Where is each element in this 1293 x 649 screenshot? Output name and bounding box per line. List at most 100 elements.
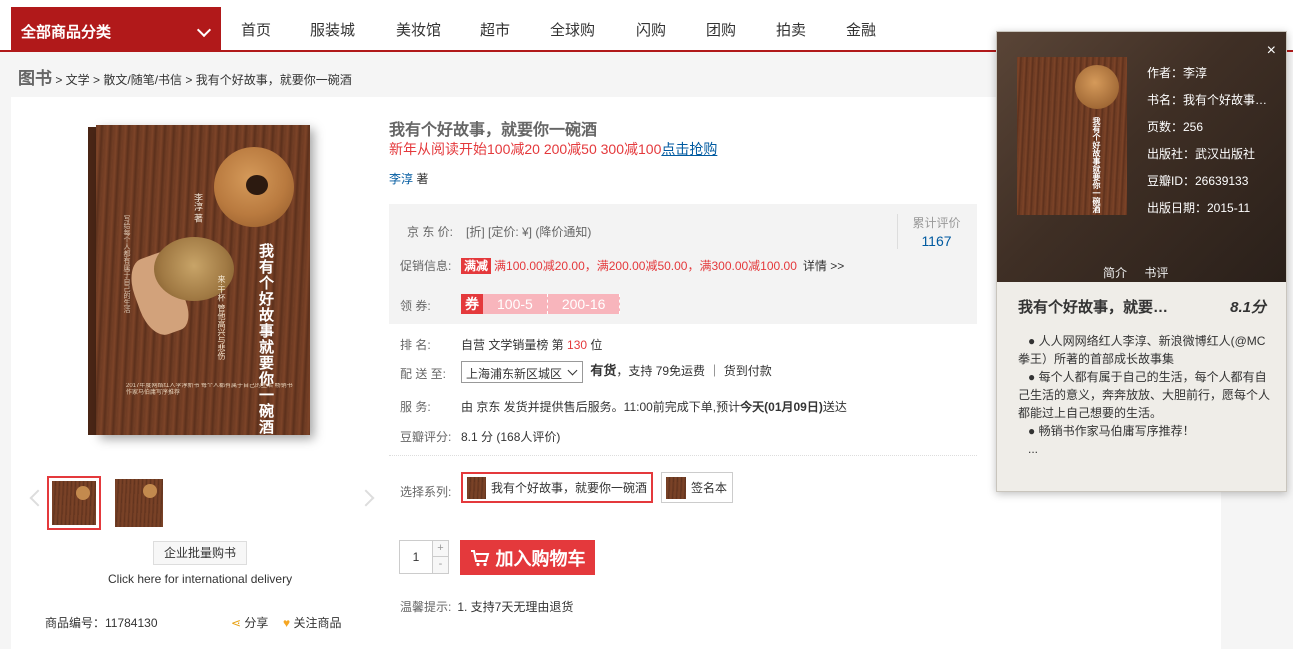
shipping-row: 配 送 至: 上海浦东新区城区 有货，支持 79免运费 ｜ 货到付款 — [400, 360, 772, 383]
book-preview-popup: × 我有个好故事就要你一碗酒 作者：李淳 书名：我有个好故事… 页数：256 出… — [996, 31, 1287, 492]
cover-band-text: 2017年度网络红人李淳新书 每个人都有属于自己的生活 畅销书作家马伯庸写序推荐 — [126, 383, 293, 396]
add-to-cart-button[interactable]: 加入购物车 — [460, 540, 595, 575]
nav-link-finance[interactable]: 金融 — [846, 19, 876, 40]
nav-link-clothing[interactable]: 服装城 — [310, 19, 355, 40]
nav-link-flash[interactable]: 闪购 — [636, 19, 666, 40]
reviews-count[interactable]: 1167 — [904, 233, 969, 249]
popup-cover-image: 我有个好故事就要你一碗酒 — [1017, 57, 1127, 215]
series-label: 选择系列: — [400, 485, 452, 499]
tips-text: 1. 支持7天无理由退货 — [457, 600, 574, 614]
tips-row: 温馨提示: 1. 支持7天无理由退货 — [400, 598, 573, 615]
series-option-2[interactable]: 签名本 — [661, 472, 733, 503]
author-link[interactable]: 李淳 — [389, 172, 413, 186]
share-button[interactable]: ⋖ 分享 — [231, 614, 268, 631]
price-line[interactable]: [折] [定价: ¥] (降价通知) — [466, 223, 591, 240]
promo-info-label: 促销信息: — [400, 259, 452, 273]
coupon-strip[interactable]: 券 100-5 200-16 — [461, 294, 621, 314]
stock-status: 有货 — [590, 363, 617, 378]
cover-title: 我有个好故事就要你一碗酒 — [257, 243, 274, 435]
series-option-1-label: 我有个好故事，就要你一碗酒 — [490, 481, 647, 495]
douban-label: 豆瓣评分: — [400, 430, 452, 444]
book-front: 我有个好故事就要你一碗酒 李淳 著 写给每个人都有属于自己的生活 来·干杯 管他… — [96, 125, 310, 435]
all-categories-menu[interactable]: 全部商品分类 — [11, 7, 221, 50]
popup-description: ● 人人网网络红人李淳、新浪微博红人(@MC拳王）所著的首部成长故事集 ● 每个… — [1018, 332, 1274, 458]
author-line: 李淳 著 — [389, 170, 428, 187]
meta-date: 出版日期：2015-11 — [1147, 201, 1251, 215]
coupon-icon: 券 — [461, 294, 483, 314]
promo-more-link[interactable]: 详情 >> — [803, 259, 844, 273]
rank-row: 排 名: 自营 文学销量榜 第 130 位 — [400, 336, 602, 353]
author-suffix: 著 — [416, 172, 429, 186]
all-categories-label: 全部商品分类 — [21, 24, 112, 41]
tab-reviews[interactable]: 书评 — [1144, 266, 1168, 280]
price-box: 京 东 价: [折] [定价: ¥] (降价通知) 促销信息: 满减 满100.0… — [389, 204, 977, 324]
nav-link-beauty[interactable]: 美妆馆 — [396, 19, 441, 40]
tips-label: 温馨提示: — [400, 600, 452, 614]
series-thumb-2 — [666, 476, 686, 499]
heart-icon: ♥ — [283, 616, 291, 630]
coupon-label: 领 券: — [400, 299, 431, 313]
douban-row: 豆瓣评分: 8.1 分 (168人评价) — [400, 428, 560, 445]
region-select[interactable]: 上海浦东新区城区 — [461, 360, 583, 383]
close-icon[interactable]: × — [1267, 42, 1276, 60]
tab-intro[interactable]: 简介 — [1103, 266, 1127, 280]
review-count-box[interactable]: 累计评价 1167 — [897, 214, 969, 249]
popup-score: 8.1分 — [1230, 299, 1266, 316]
quantity-input[interactable]: 1 — [400, 541, 432, 573]
price-label: 京 东 价: — [407, 225, 454, 239]
bulk-buy-button[interactable]: 企业批量购书 — [153, 541, 247, 565]
international-delivery-link[interactable]: Click here for international delivery — [108, 572, 292, 586]
shipping-label: 配 送 至: — [400, 367, 447, 381]
series-option-2-label: 签名本 — [691, 481, 728, 495]
share-icon: ⋖ — [231, 616, 242, 630]
rank-label: 排 名: — [400, 338, 431, 352]
thumbnail-2[interactable] — [112, 476, 166, 530]
rank-value[interactable]: 自营 文学销量榜 第 130 位 — [461, 336, 602, 353]
breadcrumb: 图书 > 文学 > 散文/随笔/书信 > 我有个好故事，就要你一碗酒 — [18, 64, 352, 89]
meta-pages: 页数：256 — [1147, 120, 1204, 134]
cover-subtitle: 写给每个人都有属于自己的生活 — [123, 215, 130, 313]
bowl-image — [214, 147, 294, 227]
popup-meta: 作者：李淳 书名：我有个好故事… 页数：256 出版社：武汉出版社 豆瓣ID：2… — [1147, 64, 1267, 226]
desc-item-4: ... — [1028, 442, 1039, 456]
coupon-2[interactable]: 200-16 — [548, 294, 621, 314]
nav-link-auction[interactable]: 拍卖 — [776, 19, 806, 40]
meta-author: 作者：李淳 — [1147, 66, 1208, 80]
product-title: 我有个好故事，就要你一碗酒 — [389, 122, 598, 139]
popup-cover-title: 我有个好故事就要你一碗酒 — [1092, 117, 1101, 213]
meta-douban-id: 豆瓣ID：26639133 — [1147, 174, 1249, 188]
service-label: 服 务: — [400, 400, 431, 414]
promo-banner: 新年从阅读开始100减20 200减50 300减100点击抢购 — [389, 139, 717, 159]
desc-item-1: ● 人人网网络红人李淳、新浪微博红人(@MC拳王）所著的首部成长故事集 — [1018, 334, 1266, 366]
nav-link-global[interactable]: 全球购 — [550, 19, 595, 40]
douban-value: 8.1 分 (168人评价) — [461, 430, 561, 444]
promo-tag: 满减 — [461, 258, 492, 274]
thumbnail-1[interactable] — [47, 476, 101, 530]
coupon-1[interactable]: 100-5 — [483, 294, 548, 314]
shipping-text: ，支持 79免运费 ｜ 货到付款 — [616, 364, 772, 378]
nav-link-group[interactable]: 团购 — [706, 19, 736, 40]
follow-label: 关注商品 — [293, 616, 342, 630]
divider — [389, 455, 977, 456]
series-thumb-1 — [467, 476, 486, 499]
breadcrumb-path[interactable]: > 文学 > 散文/随笔/书信 > — [55, 73, 192, 87]
popup-title: 我有个好故事，就要… — [1018, 299, 1169, 316]
nav-link-home[interactable]: 首页 — [241, 19, 271, 40]
book-cover-image: 我有个好故事就要你一碗酒 李淳 著 写给每个人都有属于自己的生活 来·干杯 管他… — [88, 125, 310, 437]
quantity-stepper: 1 + - — [399, 540, 449, 574]
quantity-plus-button[interactable]: + — [432, 541, 448, 557]
sku-number: 商品编号：11784130 — [45, 616, 158, 630]
nav-link-supermarket[interactable]: 超市 — [480, 19, 510, 40]
follow-button[interactable]: ♥ 关注商品 — [283, 614, 341, 631]
series-option-1[interactable]: 我有个好故事，就要你一碗酒 — [461, 472, 653, 503]
quantity-minus-button[interactable]: - — [432, 557, 448, 573]
meta-publisher: 出版社：武汉出版社 — [1147, 147, 1256, 161]
breadcrumb-root[interactable]: 图书 — [18, 69, 52, 88]
promo-link[interactable]: 点击抢购 — [661, 141, 717, 157]
service-row: 服 务: 由 京东 发货并提供售后服务。11:00前完成下单,预计今天(01月0… — [400, 398, 847, 415]
desc-item-3: ● 畅销书作家马伯庸写序推荐！ — [1028, 424, 1195, 438]
breadcrumb-current: 我有个好故事，就要你一碗酒 — [195, 73, 352, 87]
share-label: 分享 — [244, 616, 269, 630]
desc-item-2: ● 每个人都有属于自己的生活，每个人都有自己生活的意义，奔奔放放、大胆前行，愿每… — [1018, 370, 1271, 420]
cover-quote: 来·干杯 管他高兴与悲伤 — [217, 275, 226, 360]
